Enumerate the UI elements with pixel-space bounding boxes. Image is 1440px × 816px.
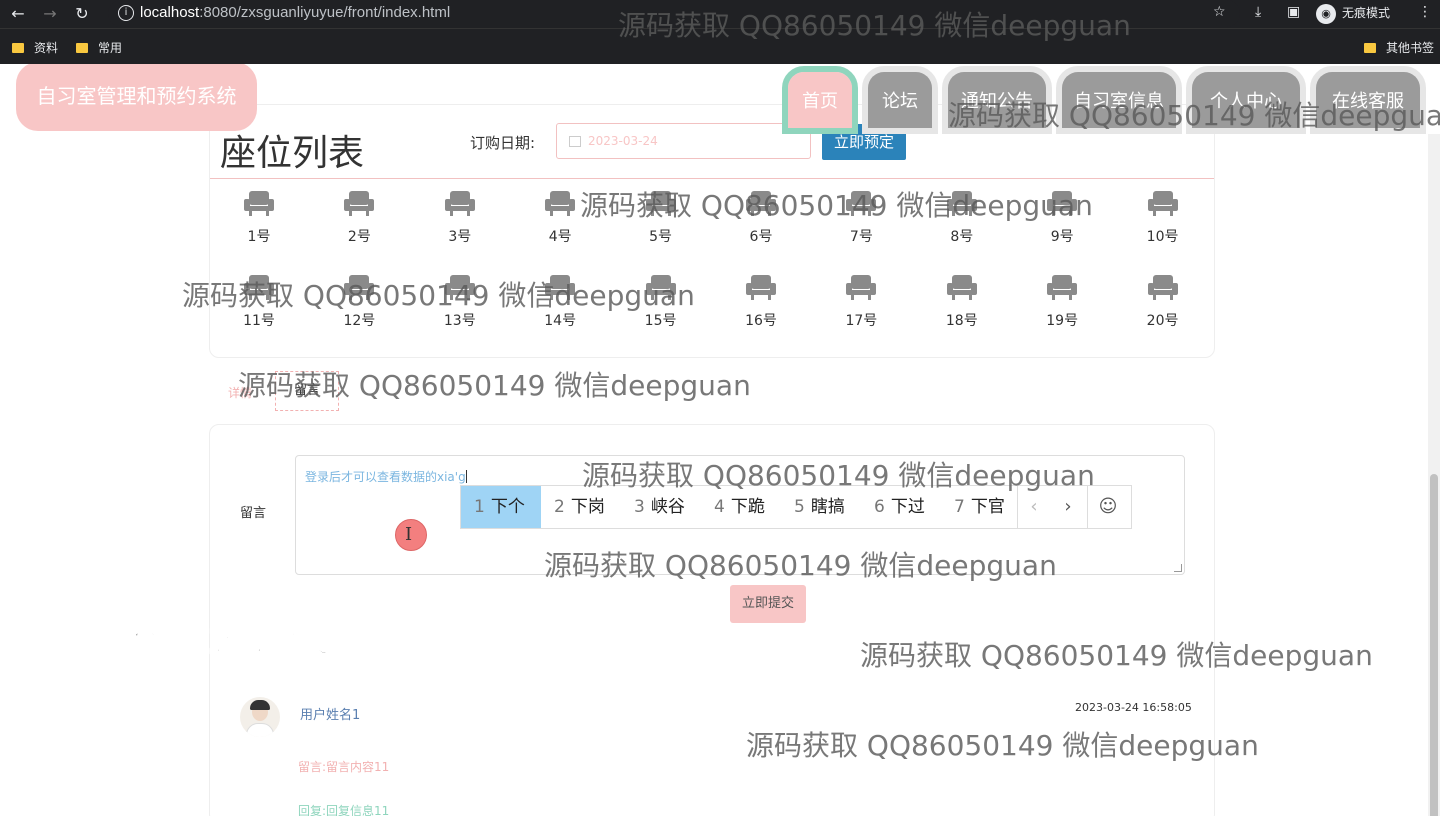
chair-icon [831,274,891,300]
watermark: 源码获取 QQ86050149 微信deepguan [182,279,695,312]
watermark: 源码获取 QQ86050149 微信deepguan [238,369,751,402]
seat-label: 10号 [1146,229,1179,245]
watermark: 源码获取 QQ86050149 微信deepguan [618,9,1131,42]
seat-label: 3号 [448,229,472,245]
date-input[interactable]: 2023-03-24 [556,123,811,159]
seat-label: 4号 [548,229,572,245]
resize-handle[interactable] [1174,564,1182,572]
folder-icon [76,43,88,53]
back-icon[interactable]: ← [8,4,28,24]
folder-icon [12,43,24,53]
seat-label: 20号 [1146,313,1179,329]
chair-icon [731,274,791,300]
seat-label: 17号 [845,313,878,329]
other-bookmarks[interactable]: 其他书签 [1364,39,1434,56]
bookmark-folder[interactable]: 常用 [76,39,122,56]
seat-item[interactable]: 3号 [430,190,490,246]
forward-icon[interactable]: → [40,4,60,24]
seat-item[interactable]: 19号 [1032,274,1092,330]
seat-label: 6号 [749,229,773,245]
watermark-big: 专业毕业设计代做 [49,614,371,662]
chair-icon [1032,274,1092,300]
seat-item[interactable]: 1号 [229,190,289,246]
message-label: 留言 [240,506,267,521]
download-icon[interactable]: ⤓ [1255,4,1261,24]
seat-label: 16号 [745,313,777,329]
site-logo[interactable]: 自习室管理和预约系统 [16,64,257,131]
comment-username: 用户姓名1 [300,708,361,723]
avatar [240,697,280,737]
info-icon[interactable]: i [118,5,134,21]
watermark: 源码获取 QQ86050149 微信deepguan [746,729,1259,762]
chair-icon [430,190,490,216]
nav-item[interactable]: 首页 [782,66,858,134]
folder-icon [1364,43,1376,53]
chair-icon [1133,190,1193,216]
seat-label: 7号 [849,229,873,245]
watermark: 源码获取 QQ86050149 微信deepguan [580,189,1093,222]
sidepanel-icon[interactable]: ▣ [1287,4,1300,24]
ime-candidate[interactable]: 1 下个 [461,486,541,528]
chair-icon [329,190,389,216]
bookmark-folder[interactable]: 资料 [12,39,58,56]
url-text: localhost:8080/zxsguanliyuyue/front/inde… [140,4,451,21]
typed-text: 登录后才可以查看数据的xia'g [305,470,466,484]
chair-icon [1133,274,1193,300]
seat-label: 9号 [1050,229,1074,245]
nav-item[interactable]: 论坛 [862,66,938,134]
page-title: 座位列表 [220,133,365,174]
nav-item-label: 论坛 [868,72,932,128]
nav-item-label: 首页 [788,72,852,128]
date-label: 订购日期: [470,134,536,152]
seat-label: 8号 [950,229,974,245]
seat-item[interactable]: 10号 [1133,190,1193,246]
submit-button[interactable]: 立即提交 [730,585,806,623]
calendar-icon [569,136,581,147]
star-icon[interactable]: ☆ [1213,4,1226,24]
incognito-badge[interactable]: ◉ 无痕模式 [1316,4,1390,24]
seat-label: 5号 [649,229,673,245]
chair-icon [229,190,289,216]
reload-icon[interactable]: ↻ [72,4,92,24]
seat-item[interactable]: 2号 [329,190,389,246]
comment-time: 2023-03-24 16:58:05 [1075,701,1192,714]
emoji-icon[interactable]: ☺ [1091,486,1125,528]
seat-label: 18号 [945,313,978,329]
seat-label: 1号 [247,229,271,245]
chair-icon [932,274,992,300]
divider [210,178,1214,179]
scrollbar[interactable] [1428,134,1440,816]
watermark: 源码获取 QQ86050149 微信deepguan [544,549,1057,582]
page-content: 座位列表 订购日期: 2023-03-24 立即预定 1号 2号 3号 4号 5号 6号 7… [0,64,1440,816]
seat-item[interactable]: 16号 [731,274,791,330]
incognito-icon: ◉ [1316,4,1336,24]
seat-label: 19号 [1046,313,1079,329]
watermark: 源码获取 QQ86050149 微信deepguan [948,99,1440,132]
text-cursor-icon: I [395,519,427,551]
comment-reply: 回复:回复信息11 [298,804,390,816]
seat-label: 2号 [347,229,371,245]
seat-item[interactable]: 18号 [932,274,992,330]
menu-icon[interactable]: ⋮ [1418,4,1432,24]
seat-item[interactable]: 20号 [1133,274,1193,330]
scrollbar-thumb[interactable] [1430,474,1438,816]
comment-content: 留言:留言内容11 [298,760,390,774]
watermark: 源码获取 QQ86050149 微信deepguan [860,639,1373,672]
text-caret [465,470,467,483]
watermark: 源码获取 QQ86050149 微信deepguan [582,459,1095,492]
seat-item[interactable]: 17号 [831,274,891,330]
